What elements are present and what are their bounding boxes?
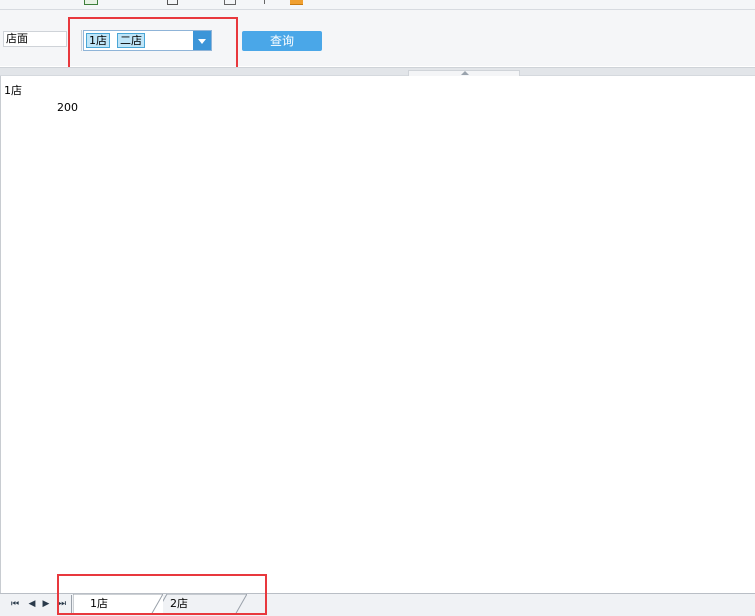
- query-button[interactable]: 查询: [242, 31, 322, 51]
- panel-splitter[interactable]: [0, 67, 755, 76]
- first-page-icon[interactable]: ⏮: [9, 598, 21, 610]
- toolbar: [0, 0, 755, 10]
- highlight-box-sheets: [57, 574, 267, 615]
- export-icon[interactable]: [84, 0, 98, 5]
- next-page-icon[interactable]: ▶: [40, 598, 52, 610]
- prev-page-icon[interactable]: ◀: [26, 598, 38, 610]
- print-icon[interactable]: [258, 0, 265, 4]
- folder-icon[interactable]: [290, 0, 303, 5]
- edit-icon[interactable]: [224, 0, 236, 5]
- group-title: 1店: [4, 84, 22, 97]
- highlight-box-params: [68, 17, 238, 70]
- group-value: 200: [57, 101, 78, 114]
- page-icon[interactable]: [167, 0, 178, 5]
- store-label: 店面: [3, 31, 67, 47]
- report-area: [0, 76, 755, 593]
